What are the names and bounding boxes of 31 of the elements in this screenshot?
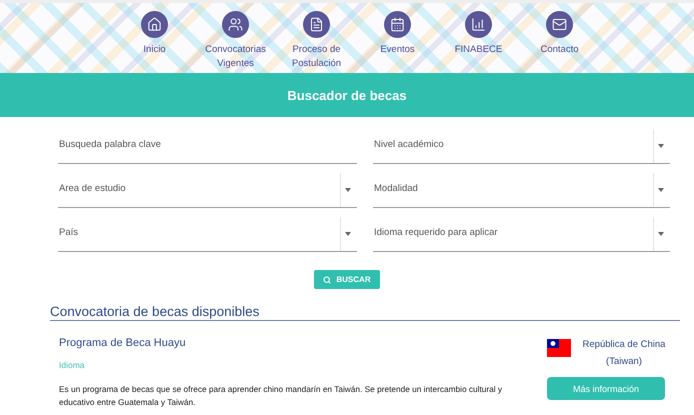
country-name: República de China (Taiwan) xyxy=(582,338,666,369)
nav-link[interactable]: Convocatorias Vigentes xyxy=(195,3,276,73)
nav-link[interactable]: Inicio xyxy=(114,3,195,73)
caret-icon xyxy=(345,188,351,192)
caret-icon xyxy=(658,144,664,148)
document-icon xyxy=(303,11,330,38)
dropdown-field[interactable]: Area de estudio xyxy=(58,173,357,208)
mail-icon xyxy=(546,11,573,38)
nav-link[interactable]: FINABECE xyxy=(438,3,519,73)
caret-icon xyxy=(658,232,664,236)
search-icon xyxy=(323,276,332,284)
scholarship-title: Programa de Beca Huayu xyxy=(59,337,187,349)
nav-link[interactable]: Eventos xyxy=(357,3,438,73)
caret-icon xyxy=(345,232,351,236)
dropdown-field[interactable]: Idioma requerido para aplicar xyxy=(373,217,670,252)
nav-link[interactable]: Proceso de Postulación xyxy=(276,3,357,73)
dropdown-field[interactable]: Nivel académico xyxy=(373,129,670,164)
chart-icon xyxy=(465,11,492,38)
dropdown-field[interactable]: Modalidad xyxy=(373,173,670,208)
scholarship-description: Es un programa de becas que se ofrece para aprender chino mandarín en Taiwán. Se pretende un intercambio cultural y educativo entre Guatemala y Taiwán. xyxy=(59,383,504,409)
section-title: Convocatoria de becas disponibles xyxy=(50,304,680,321)
calendar-icon xyxy=(384,11,411,38)
nav-link[interactable]: Contacto xyxy=(519,3,600,73)
home-icon xyxy=(141,11,168,38)
dropdown-field[interactable]: País xyxy=(58,217,357,252)
banner-title: Buscador de becas xyxy=(287,88,407,102)
keyword-field[interactable]: Busqueda palabra clave xyxy=(58,129,357,164)
category-label: Idioma xyxy=(59,360,86,370)
caret-icon xyxy=(658,188,664,192)
people-icon xyxy=(222,11,249,38)
flag-icon xyxy=(546,339,571,357)
